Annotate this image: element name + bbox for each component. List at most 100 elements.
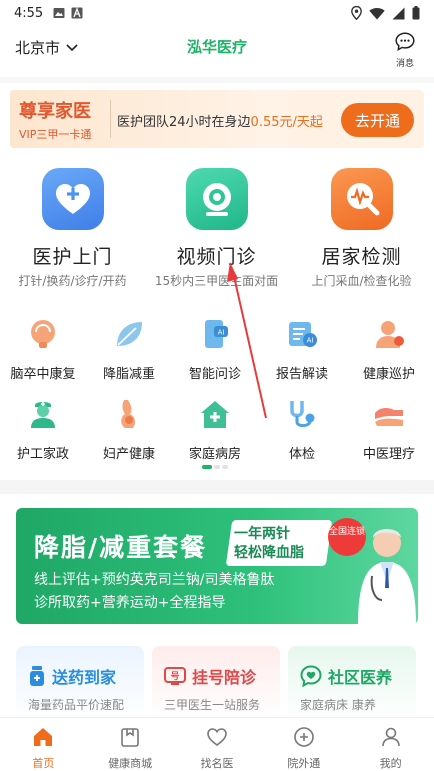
tab-label: 我的 [379, 757, 402, 770]
grid-checkup[interactable]: 体检 [259, 397, 345, 462]
header-separator [0, 77, 434, 83]
message-button[interactable]: 消息 [390, 32, 420, 69]
test-magnifier-icon [330, 168, 393, 230]
vip-title: 尊享家医 [19, 101, 91, 122]
vip-desc-text: 医护团队24小时在身边 [117, 115, 251, 130]
grid-lipid-weight[interactable]: 降脂减重 [86, 317, 172, 382]
grid-label: 中医理疗 [362, 447, 415, 462]
service-home-care[interactable]: 医护上门 打针/换药/诊疗/开药 [0, 168, 145, 289]
app-screen: 4:55 北京市 泓华医疗 消息 尊享家医 VIP三甲一卡通 医护团队24小时在… [0, 0, 434, 771]
grid-caregiver[interactable]: 护工家政 [0, 397, 86, 462]
card-subtitle: 三甲医生一站服务 [164, 698, 261, 712]
grid-label: 报告解读 [275, 367, 328, 382]
message-label: 消息 [395, 59, 414, 69]
chevron-down-icon [66, 43, 78, 51]
promo-line1: 线上评估+预约英克司兰钠/司美格鲁肽 [34, 572, 275, 588]
patrol-person-icon [376, 321, 404, 348]
status-time: 4:55 [14, 5, 44, 21]
page-dot-active [202, 465, 212, 469]
vip-description: 医护团队24小时在身边0.55元/天起 [117, 111, 323, 130]
leaf-icon [117, 322, 142, 346]
tab-label: 院外通 [287, 757, 321, 770]
status-right-icons [351, 6, 420, 20]
card-title-row: 号 挂号陪诊 [164, 664, 256, 688]
city-selector[interactable]: 北京市 [15, 37, 78, 58]
video-camera-icon [185, 168, 248, 230]
grid-label: 护工家政 [16, 447, 69, 462]
grid-stroke-rehab[interactable]: 脑卒中康复 [0, 317, 86, 382]
card-medicine-delivery[interactable]: 送药到家 海量药品平价速配 [16, 646, 144, 720]
location-icon [351, 6, 362, 20]
grid-label: 脑卒中康复 [10, 367, 76, 382]
massage-hands-icon [375, 408, 403, 426]
vip-banner[interactable]: 尊享家医 VIP三甲一卡通 医护团队24小时在身边0.55元/天起 去开通 [10, 90, 424, 148]
grid-label: 妇产健康 [102, 447, 155, 462]
card-subtitle: 家庭病床 康养 [300, 698, 376, 712]
a-letter-icon [71, 7, 83, 19]
service-subtitle: 15秒内三甲医生面对面 [154, 274, 279, 288]
promo-tag-line2: 轻松降血脂 [234, 545, 304, 561]
nurse-icon [31, 402, 55, 428]
grid-label: 健康巡护 [362, 367, 415, 382]
register-icon: 号 [164, 667, 186, 685]
activate-button[interactable]: 去开通 [341, 103, 414, 137]
bottom-tab-bar: 首页 健康商城 找名医 院外通 我的 [0, 717, 434, 771]
ai-phone-icon: AI [205, 320, 228, 348]
tab-label: 找名医 [200, 757, 234, 770]
service-subtitle: 打针/换药/诊疗/开药 [18, 274, 127, 288]
svg-text:AI: AI [307, 337, 314, 345]
tab-mine[interactable]: 我的 [347, 718, 434, 771]
tab-find-doctor[interactable]: 找名医 [174, 718, 261, 771]
grid-label: 降脂减重 [102, 367, 155, 382]
tab-outpatient[interactable]: 院外通 [260, 718, 347, 771]
gallery-icon [53, 8, 65, 18]
grid-label: 体检 [288, 447, 315, 462]
card-community-care[interactable]: 社区医养 家庭病床 康养 [288, 646, 416, 720]
card-title-row: 送药到家 [28, 664, 116, 688]
grid-family-ward[interactable]: 家庭病房 [172, 397, 258, 462]
section-separator [0, 480, 434, 494]
promo-line2: 诊所取药+营养运动+全程指导 [34, 595, 226, 611]
card-title-row: 社区医养 [300, 664, 392, 688]
service-home-test[interactable]: 居家检测 上门采血/检查化验 [289, 168, 434, 289]
tab-label: 首页 [32, 757, 55, 770]
grid-health-patrol[interactable]: 健康巡护 [346, 317, 432, 382]
person-icon [381, 727, 400, 747]
service-video-clinic[interactable]: 视频门诊 15秒内三甲医生面对面 [144, 168, 289, 289]
plus-circle-icon [293, 727, 314, 747]
service-title: 视频门诊 [176, 246, 257, 268]
grid-tcm-therapy[interactable]: 中医理疗 [346, 397, 432, 462]
brain-icon [31, 320, 55, 348]
heart-outline-icon [207, 728, 227, 747]
promo-headline: 降脂/减重套餐 [34, 533, 208, 562]
battery-icon [412, 6, 420, 20]
grid-smart-consult[interactable]: AI 智能问诊 [172, 317, 258, 382]
vip-subtitle: VIP三甲一卡通 [19, 128, 92, 141]
vip-price: 0.55元/天起 [250, 115, 323, 130]
stethoscope-icon [290, 401, 315, 428]
medicine-bottle-icon [30, 666, 44, 686]
tab-home[interactable]: 首页 [0, 718, 87, 771]
service-subtitle: 上门采血/检查化验 [311, 274, 412, 288]
doctor-image [358, 529, 416, 624]
lipid-weight-promo-banner[interactable]: 降脂/减重套餐 一年两针 轻松降血脂 全国连锁 线上评估+预约英克司兰钠/司美格… [16, 508, 418, 624]
city-name: 北京市 [15, 39, 61, 57]
grid-report-read[interactable]: AI 报告解读 [259, 317, 345, 382]
heart-chat-icon [300, 665, 322, 687]
tab-health-mall[interactable]: 健康商城 [87, 718, 174, 771]
signal-icon [392, 7, 405, 19]
card-subtitle: 海量药品平价速配 [28, 698, 125, 712]
chat-bubble-icon [395, 32, 415, 51]
wifi-icon [369, 7, 385, 19]
card-registration-escort[interactable]: 号 挂号陪诊 三甲医生一站服务 [152, 646, 280, 720]
status-bar: 4:55 [0, 0, 434, 26]
home-icon [34, 728, 53, 746]
service-title: 医护上门 [32, 246, 113, 268]
pregnancy-icon [121, 400, 135, 428]
service-title: 居家检测 [321, 246, 402, 268]
promo-tag-line1: 一年两针 [234, 526, 290, 542]
grid-maternal[interactable]: 妇产健康 [86, 397, 172, 462]
card-title: 挂号陪诊 [192, 668, 257, 687]
tab-label: 健康商城 [108, 757, 153, 770]
page-indicator [202, 465, 228, 469]
